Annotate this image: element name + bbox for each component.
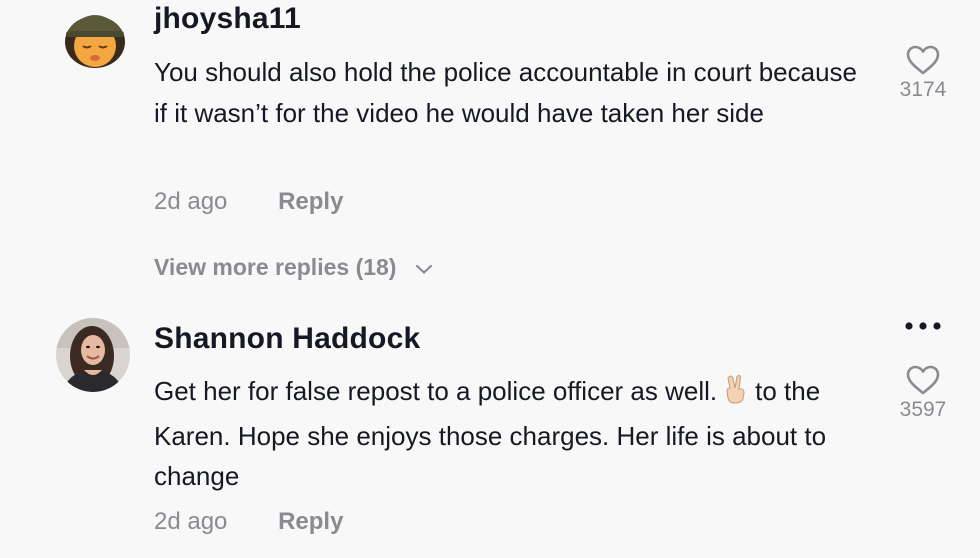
comment-meta: 2d ago Reply [154,188,343,216]
comment-item: Shannon Haddock Get her for false repost… [0,310,980,558]
comment-username[interactable]: Shannon Haddock [154,322,420,356]
comment-text-body: Get her for false repost to a police off… [154,376,718,406]
more-horizontal-icon [905,322,941,330]
comment-item: jhoysha11 You should also hold the polic… [0,0,980,240]
view-more-replies-label: View more replies (18) [154,254,397,280]
view-more-replies-button[interactable]: View more replies (18) [154,254,433,281]
comment-text: You should also hold the police accounta… [154,52,874,133]
comment-username[interactable]: jhoysha11 [154,2,301,36]
victory-hand-emoji-icon [723,374,749,416]
like-button[interactable]: 3597 [890,364,956,422]
comment-timestamp: 2d ago [154,188,228,215]
reply-button[interactable]: Reply [278,508,343,536]
like-count: 3597 [899,398,947,421]
profile-photo-avatar-icon [56,318,130,392]
more-options-button[interactable] [902,318,944,334]
reply-button[interactable]: Reply [278,188,343,216]
like-count: 3174 [899,78,947,101]
comment-text: Get her for false repost to a police off… [154,371,864,497]
heart-icon [906,365,940,395]
comment-text-body: You should also hold the police accounta… [154,57,857,128]
like-button[interactable]: 3174 [890,44,956,102]
heart-icon [906,45,940,75]
comment-timestamp: 2d ago [154,508,228,535]
avatar[interactable] [58,2,132,76]
bitmoji-avatar-icon [58,2,132,76]
comment-meta: 2d ago Reply [154,508,343,536]
avatar[interactable] [56,318,130,392]
chevron-down-icon [415,264,432,274]
